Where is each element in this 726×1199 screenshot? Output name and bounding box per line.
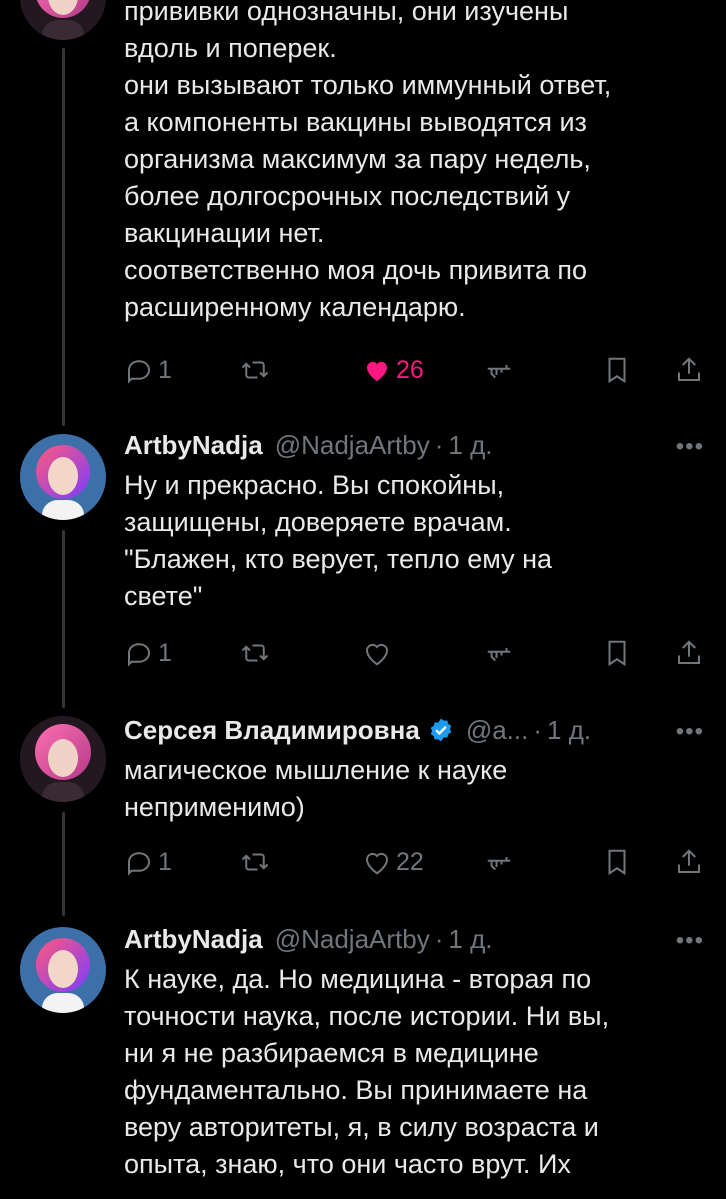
timestamp[interactable]: 1 д. bbox=[448, 430, 492, 461]
text-line: опыта, знаю, что они часто врут. Их bbox=[124, 1149, 571, 1179]
tweet-text: прививки однозначны, они изучены вдоль и… bbox=[124, 0, 709, 326]
reply-count: 1 bbox=[158, 847, 172, 876]
author-name[interactable]: ArtbyNadja bbox=[124, 430, 263, 461]
bookmark-button[interactable] bbox=[602, 633, 632, 673]
text-line: неприменимо) bbox=[124, 792, 305, 822]
tweet-header: ArtbyNadja @NadjaArtby · 1 д. bbox=[124, 427, 492, 463]
action-bar: 1 26 bbox=[124, 350, 709, 390]
analytics-icon bbox=[487, 365, 511, 379]
share-icon bbox=[678, 357, 700, 381]
text-line: защищены, доверяете врачам. bbox=[124, 507, 512, 537]
text-line: Ну и прекрасно. Вы спокойны, bbox=[124, 470, 505, 500]
separator-dot: · bbox=[533, 714, 543, 745]
text-line: более долгосрочных последствий у bbox=[124, 181, 571, 211]
avatar[interactable] bbox=[20, 0, 106, 40]
reply-icon bbox=[128, 643, 151, 667]
bookmark-icon bbox=[608, 849, 626, 876]
tweet-text: магическое мышление к науке неприменимо) bbox=[124, 752, 709, 826]
share-button[interactable] bbox=[674, 633, 704, 673]
bookmark-button[interactable] bbox=[602, 842, 632, 882]
analytics-icon bbox=[487, 857, 511, 871]
retweet-icon bbox=[241, 853, 269, 871]
text-line: точности наука, после истории. Ни вы, bbox=[124, 1001, 610, 1031]
text-line: а компоненты вакцины выводятся из bbox=[124, 107, 587, 137]
like-count: 26 bbox=[396, 355, 424, 384]
timestamp[interactable]: 1 д. bbox=[547, 715, 591, 746]
more-options-icon[interactable]: ••• bbox=[676, 927, 704, 955]
bookmark-icon bbox=[608, 640, 626, 667]
reply-count: 1 bbox=[158, 638, 172, 667]
tweet-text: Ну и прекрасно. Вы спокойны, защищены, д… bbox=[124, 467, 709, 615]
text-line: соответственно моя дочь привита по bbox=[124, 255, 587, 285]
text-line: они вызывают только иммунный ответ, bbox=[124, 70, 612, 100]
text-line: организма максимум за пару недель, bbox=[124, 144, 591, 174]
text-line: ни я не разбираемся в медицине bbox=[124, 1038, 539, 1068]
share-icon bbox=[678, 640, 700, 664]
share-button[interactable] bbox=[674, 350, 704, 390]
heart-icon bbox=[365, 643, 389, 666]
action-bar: 1 bbox=[124, 633, 709, 673]
text-line: К науке, да. Но медицина - вторая по bbox=[124, 964, 592, 994]
views-button[interactable] bbox=[484, 633, 514, 673]
timestamp[interactable]: 1 д. bbox=[448, 924, 492, 955]
text-line: "Блажен, кто верует, тепло ему на bbox=[124, 544, 553, 574]
text-line: вдоль и поперек. bbox=[124, 33, 337, 63]
thread-line bbox=[62, 530, 65, 708]
separator-dot: · bbox=[434, 429, 444, 460]
verified-badge-icon bbox=[428, 717, 454, 743]
reply-button[interactable]: 1 bbox=[124, 633, 172, 673]
tweet-header: ArtbyNadja @NadjaArtby · 1 д. bbox=[124, 921, 492, 957]
retweet-icon bbox=[241, 644, 269, 662]
tweet-text: К науке, да. Но медицина - вторая по точ… bbox=[124, 961, 709, 1183]
views-button[interactable] bbox=[484, 842, 514, 882]
retweet-button[interactable] bbox=[240, 350, 270, 390]
author-handle[interactable]: @NadjaArtby bbox=[275, 430, 430, 461]
text-line: расширенному календарю. bbox=[124, 292, 466, 322]
text-line: фундаментально. Вы принимаете на bbox=[124, 1075, 588, 1105]
thread-line bbox=[62, 48, 65, 426]
share-button[interactable] bbox=[674, 842, 704, 882]
avatar[interactable] bbox=[20, 927, 106, 1013]
text-line: магическое мышление к науке bbox=[124, 755, 508, 785]
text-line: свете" bbox=[124, 581, 203, 611]
retweet-icon bbox=[241, 361, 269, 379]
like-button[interactable]: 22 bbox=[362, 842, 424, 882]
author-handle[interactable]: @a... bbox=[466, 715, 529, 746]
reply-count: 1 bbox=[158, 355, 172, 384]
separator-dot: · bbox=[434, 923, 444, 954]
author-handle[interactable]: @NadjaArtby bbox=[275, 924, 430, 955]
text-line: вакцинации нет. bbox=[124, 218, 325, 248]
like-button[interactable]: 26 bbox=[362, 350, 424, 390]
action-bar: 1 22 bbox=[124, 842, 709, 882]
avatar[interactable] bbox=[20, 716, 106, 802]
share-icon bbox=[678, 849, 700, 873]
reply-button[interactable]: 1 bbox=[124, 350, 172, 390]
more-options-icon[interactable]: ••• bbox=[676, 718, 704, 746]
bookmark-button[interactable] bbox=[602, 350, 632, 390]
like-button[interactable] bbox=[362, 633, 392, 673]
heart-filled-icon bbox=[367, 361, 387, 382]
author-name[interactable]: Серсея Владимировна bbox=[124, 715, 420, 746]
author-name[interactable]: ArtbyNadja bbox=[124, 924, 263, 955]
views-button[interactable] bbox=[484, 350, 514, 390]
heart-icon bbox=[365, 852, 389, 875]
tweet-header: Серсея Владимировна @a... · 1 д. bbox=[124, 712, 591, 748]
bookmark-icon bbox=[608, 357, 626, 384]
more-options-icon[interactable]: ••• bbox=[676, 433, 704, 461]
reply-icon bbox=[128, 360, 151, 384]
analytics-icon bbox=[487, 648, 511, 662]
text-line: веру авторитеты, я, в силу возраста и bbox=[124, 1112, 599, 1142]
retweet-button[interactable] bbox=[240, 842, 270, 882]
avatar[interactable] bbox=[20, 434, 106, 520]
text-line: прививки однозначны, они изучены bbox=[124, 0, 569, 26]
like-count: 22 bbox=[396, 847, 424, 876]
reply-icon bbox=[128, 852, 151, 876]
reply-button[interactable]: 1 bbox=[124, 842, 172, 882]
retweet-button[interactable] bbox=[240, 633, 270, 673]
thread-line bbox=[62, 812, 65, 916]
